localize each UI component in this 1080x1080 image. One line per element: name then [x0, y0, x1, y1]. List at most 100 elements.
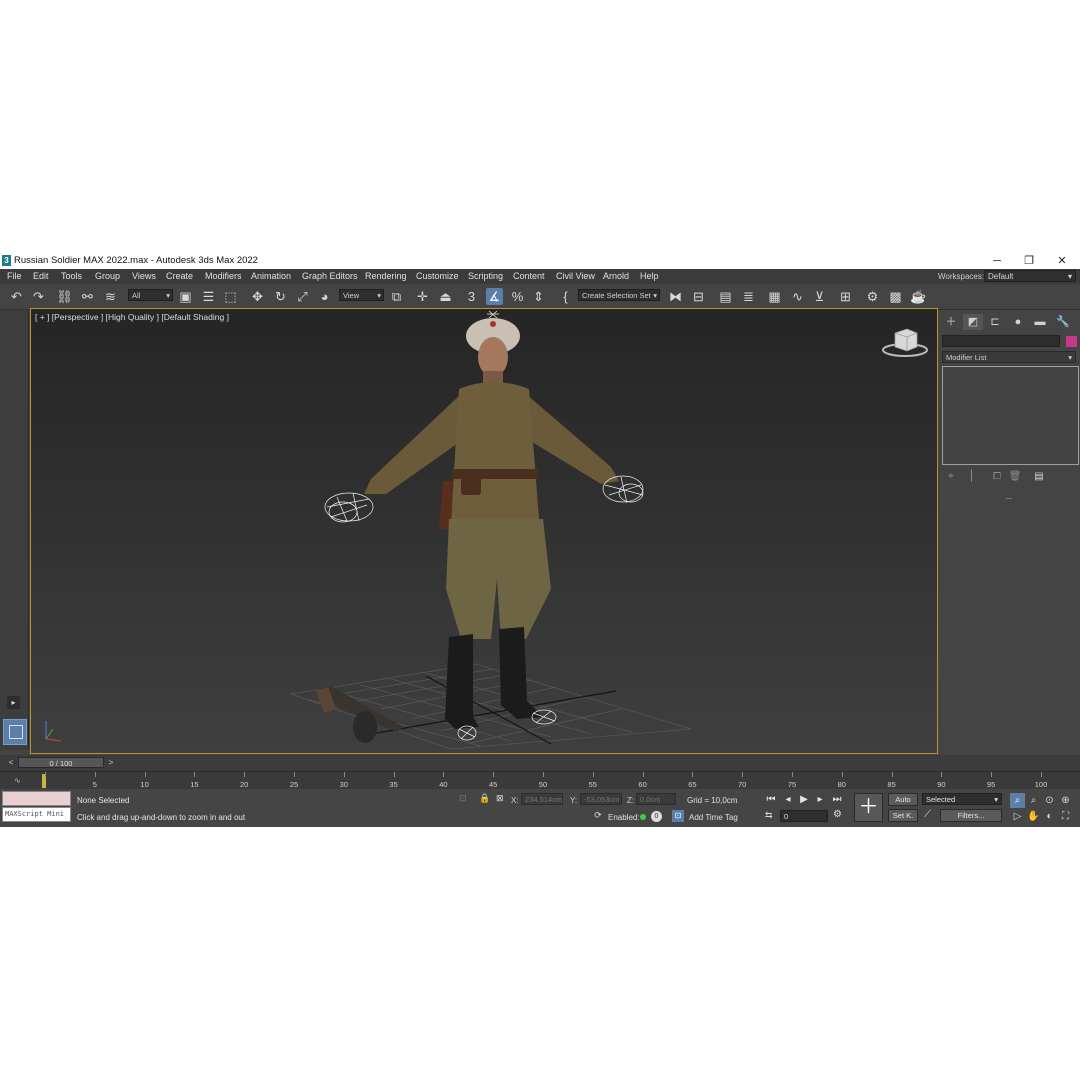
x-coordinate-field[interactable]: 234,514cm [521, 793, 563, 805]
previous-frame-icon[interactable]: ◂ [781, 793, 795, 806]
absolute-mode-icon[interactable]: ⊠ [496, 793, 504, 804]
next-frame-icon[interactable]: ▸ [813, 793, 827, 806]
menu-group[interactable]: Group [95, 271, 120, 281]
time-slider-prev[interactable]: < [6, 757, 16, 768]
link-icon[interactable]: ⛓ [56, 288, 73, 305]
rotate-icon[interactable]: ↻ [272, 288, 289, 305]
named-selection-dropdown[interactable]: Create Selection Set ▾ [578, 289, 660, 301]
maximize-button[interactable]: ❐ [1012, 253, 1046, 269]
menu-modifiers[interactable]: Modifiers [205, 271, 242, 281]
undo-icon[interactable]: ↶ [8, 288, 25, 305]
maximize-viewport-icon[interactable]: ⛶ [1058, 809, 1073, 824]
viewport-layout-icon[interactable] [3, 719, 27, 745]
add-time-tag[interactable]: Add Time Tag [689, 813, 738, 822]
render-setup-icon[interactable]: ⚙ [864, 288, 881, 305]
layer-explorer-icon[interactable]: ≣ [740, 288, 757, 305]
mini-curve-editor-icon[interactable]: ∿ [14, 776, 21, 785]
play-icon[interactable]: ▶ [797, 793, 811, 806]
angle-snap-icon[interactable]: ∡ [486, 288, 503, 305]
key-mode-icon[interactable]: ⇆ [765, 810, 773, 821]
menu-help[interactable]: Help [640, 271, 659, 281]
zoom-all-icon[interactable]: ⌕ [1026, 793, 1041, 808]
menu-arnold[interactable]: Arnold [603, 271, 629, 281]
mirror-icon[interactable]: ⧓ [667, 288, 684, 305]
auto-key-button[interactable]: Auto [888, 793, 918, 806]
zoom-extents-icon[interactable]: ⊙ [1042, 793, 1057, 808]
align-icon[interactable]: ⊟ [690, 288, 707, 305]
select-manipulate-icon[interactable]: ✛ [414, 288, 431, 305]
redo-icon[interactable]: ↷ [30, 288, 47, 305]
bind-space-warp-icon[interactable]: ≋ [102, 288, 119, 305]
modifier-list-dropdown[interactable]: Modifier List ▾ [942, 351, 1076, 363]
maxscript-mini-listener[interactable]: MAXScript Mini [2, 807, 71, 822]
default-tangent-icon[interactable]: ⟋ [924, 809, 931, 820]
menu-tools[interactable]: Tools [61, 271, 82, 281]
menu-content[interactable]: Content [513, 271, 545, 281]
make-unique-icon[interactable]: ⧠ [990, 470, 1004, 484]
menu-edit[interactable]: Edit [33, 271, 49, 281]
select-object-icon[interactable]: ▣ [177, 288, 194, 305]
unlink-icon[interactable]: ⚯ [79, 288, 96, 305]
workspaces-dropdown[interactable]: Default ▾ [984, 270, 1076, 282]
time-tag-icon[interactable]: ⊡ [672, 810, 684, 822]
percent-snap-icon[interactable]: % [509, 288, 526, 305]
set-key-big-button[interactable]: ＋ [854, 793, 883, 822]
modifier-stack[interactable] [942, 366, 1079, 465]
utilities-tab-icon[interactable]: 🔧 [1053, 314, 1073, 330]
y-coordinate-field[interactable]: -53,053cm [580, 793, 622, 805]
pin-stack-icon[interactable]: ⌖ [944, 470, 958, 484]
modify-tab-icon[interactable]: ◩ [963, 314, 983, 330]
show-end-result-icon[interactable]: ▏ [968, 470, 982, 484]
close-button[interactable]: ✕ [1045, 253, 1079, 269]
field-of-view-icon[interactable]: ▷ [1010, 809, 1025, 824]
curve-editor-icon[interactable]: ∿ [789, 288, 806, 305]
pan-view-icon[interactable]: ✋ [1026, 809, 1041, 824]
time-slider-next[interactable]: > [106, 757, 116, 768]
menu-customize[interactable]: Customize [416, 271, 459, 281]
menu-rendering[interactable]: Rendering [365, 271, 407, 281]
pivot-center-icon[interactable]: ⧉ [388, 288, 405, 305]
maxscript-listener-output[interactable] [2, 791, 71, 806]
enabled-toggle-icon[interactable]: 0 [651, 811, 662, 822]
create-tab-icon[interactable]: ＋ [941, 314, 961, 330]
menu-graph-editors[interactable]: Graph Editors [302, 271, 358, 281]
go-to-end-icon[interactable]: ⏭ [830, 793, 844, 806]
scene-explorer-icon[interactable]: ▤ [717, 288, 734, 305]
selection-filter-dropdown[interactable]: All ▾ [128, 289, 173, 301]
move-icon[interactable]: ✥ [249, 288, 266, 305]
selection-lock-icon[interactable]: 🔒 [479, 793, 490, 804]
orbit-icon[interactable]: ◐ [1042, 809, 1057, 824]
isolate-selection-icon[interactable]: ⊡ [459, 793, 467, 804]
remove-modifier-icon[interactable]: 🗑 [1008, 470, 1022, 484]
spinner-snap-icon[interactable]: ⇕ [530, 288, 547, 305]
key-filter-dropdown[interactable]: Selected ▾ [922, 793, 1002, 805]
motion-tab-icon[interactable]: ● [1008, 314, 1028, 330]
adaptive-degradation-icon[interactable]: ⟳ [592, 810, 604, 822]
object-name-field[interactable] [942, 335, 1060, 347]
menu-views[interactable]: Views [132, 271, 156, 281]
scale-icon[interactable]: ⤢ [294, 288, 311, 305]
toggle-ribbon-icon[interactable]: ▦ [766, 288, 783, 305]
set-key-button[interactable]: Set K. [888, 809, 918, 822]
render-production-icon[interactable]: ☕ [910, 288, 927, 305]
expand-layout-icon[interactable]: ▸ [7, 696, 20, 709]
go-to-start-icon[interactable]: ⏮ [764, 793, 778, 806]
menu-create[interactable]: Create [166, 271, 193, 281]
key-filters-button[interactable]: Filters... [940, 809, 1002, 822]
hierarchy-tab-icon[interactable]: ⊏ [985, 314, 1005, 330]
placement-icon[interactable]: ◕ [316, 288, 333, 305]
track-bar[interactable]: ∿ 5 10 15 20 25 30 35 40 45 50 55 60 65 70 75 80 85 90 95 1… [0, 771, 1080, 790]
reference-coordinate-dropdown[interactable]: View ▾ [339, 289, 384, 301]
menu-scripting[interactable]: Scripting [468, 271, 503, 281]
schematic-view-icon[interactable]: ⊻ [811, 288, 828, 305]
time-configuration-icon[interactable]: ⚙ [833, 809, 842, 820]
minimize-button[interactable]: ─ [980, 253, 1014, 269]
keyboard-shortcut-override-icon[interactable]: ⏏ [437, 288, 454, 305]
zoom-extents-all-icon[interactable]: ⊕ [1058, 793, 1073, 808]
snaps-toggle-icon[interactable]: 3 [463, 288, 480, 305]
zoom-icon[interactable]: ⌕ [1010, 793, 1025, 808]
time-slider[interactable]: < 0 / 100 > [0, 755, 1080, 771]
current-frame-field[interactable]: 0 [780, 810, 828, 822]
display-tab-icon[interactable]: ▬ [1030, 314, 1050, 330]
perspective-viewport[interactable]: [ + ] [Perspective ] [High Quality ] [De… [30, 308, 938, 754]
